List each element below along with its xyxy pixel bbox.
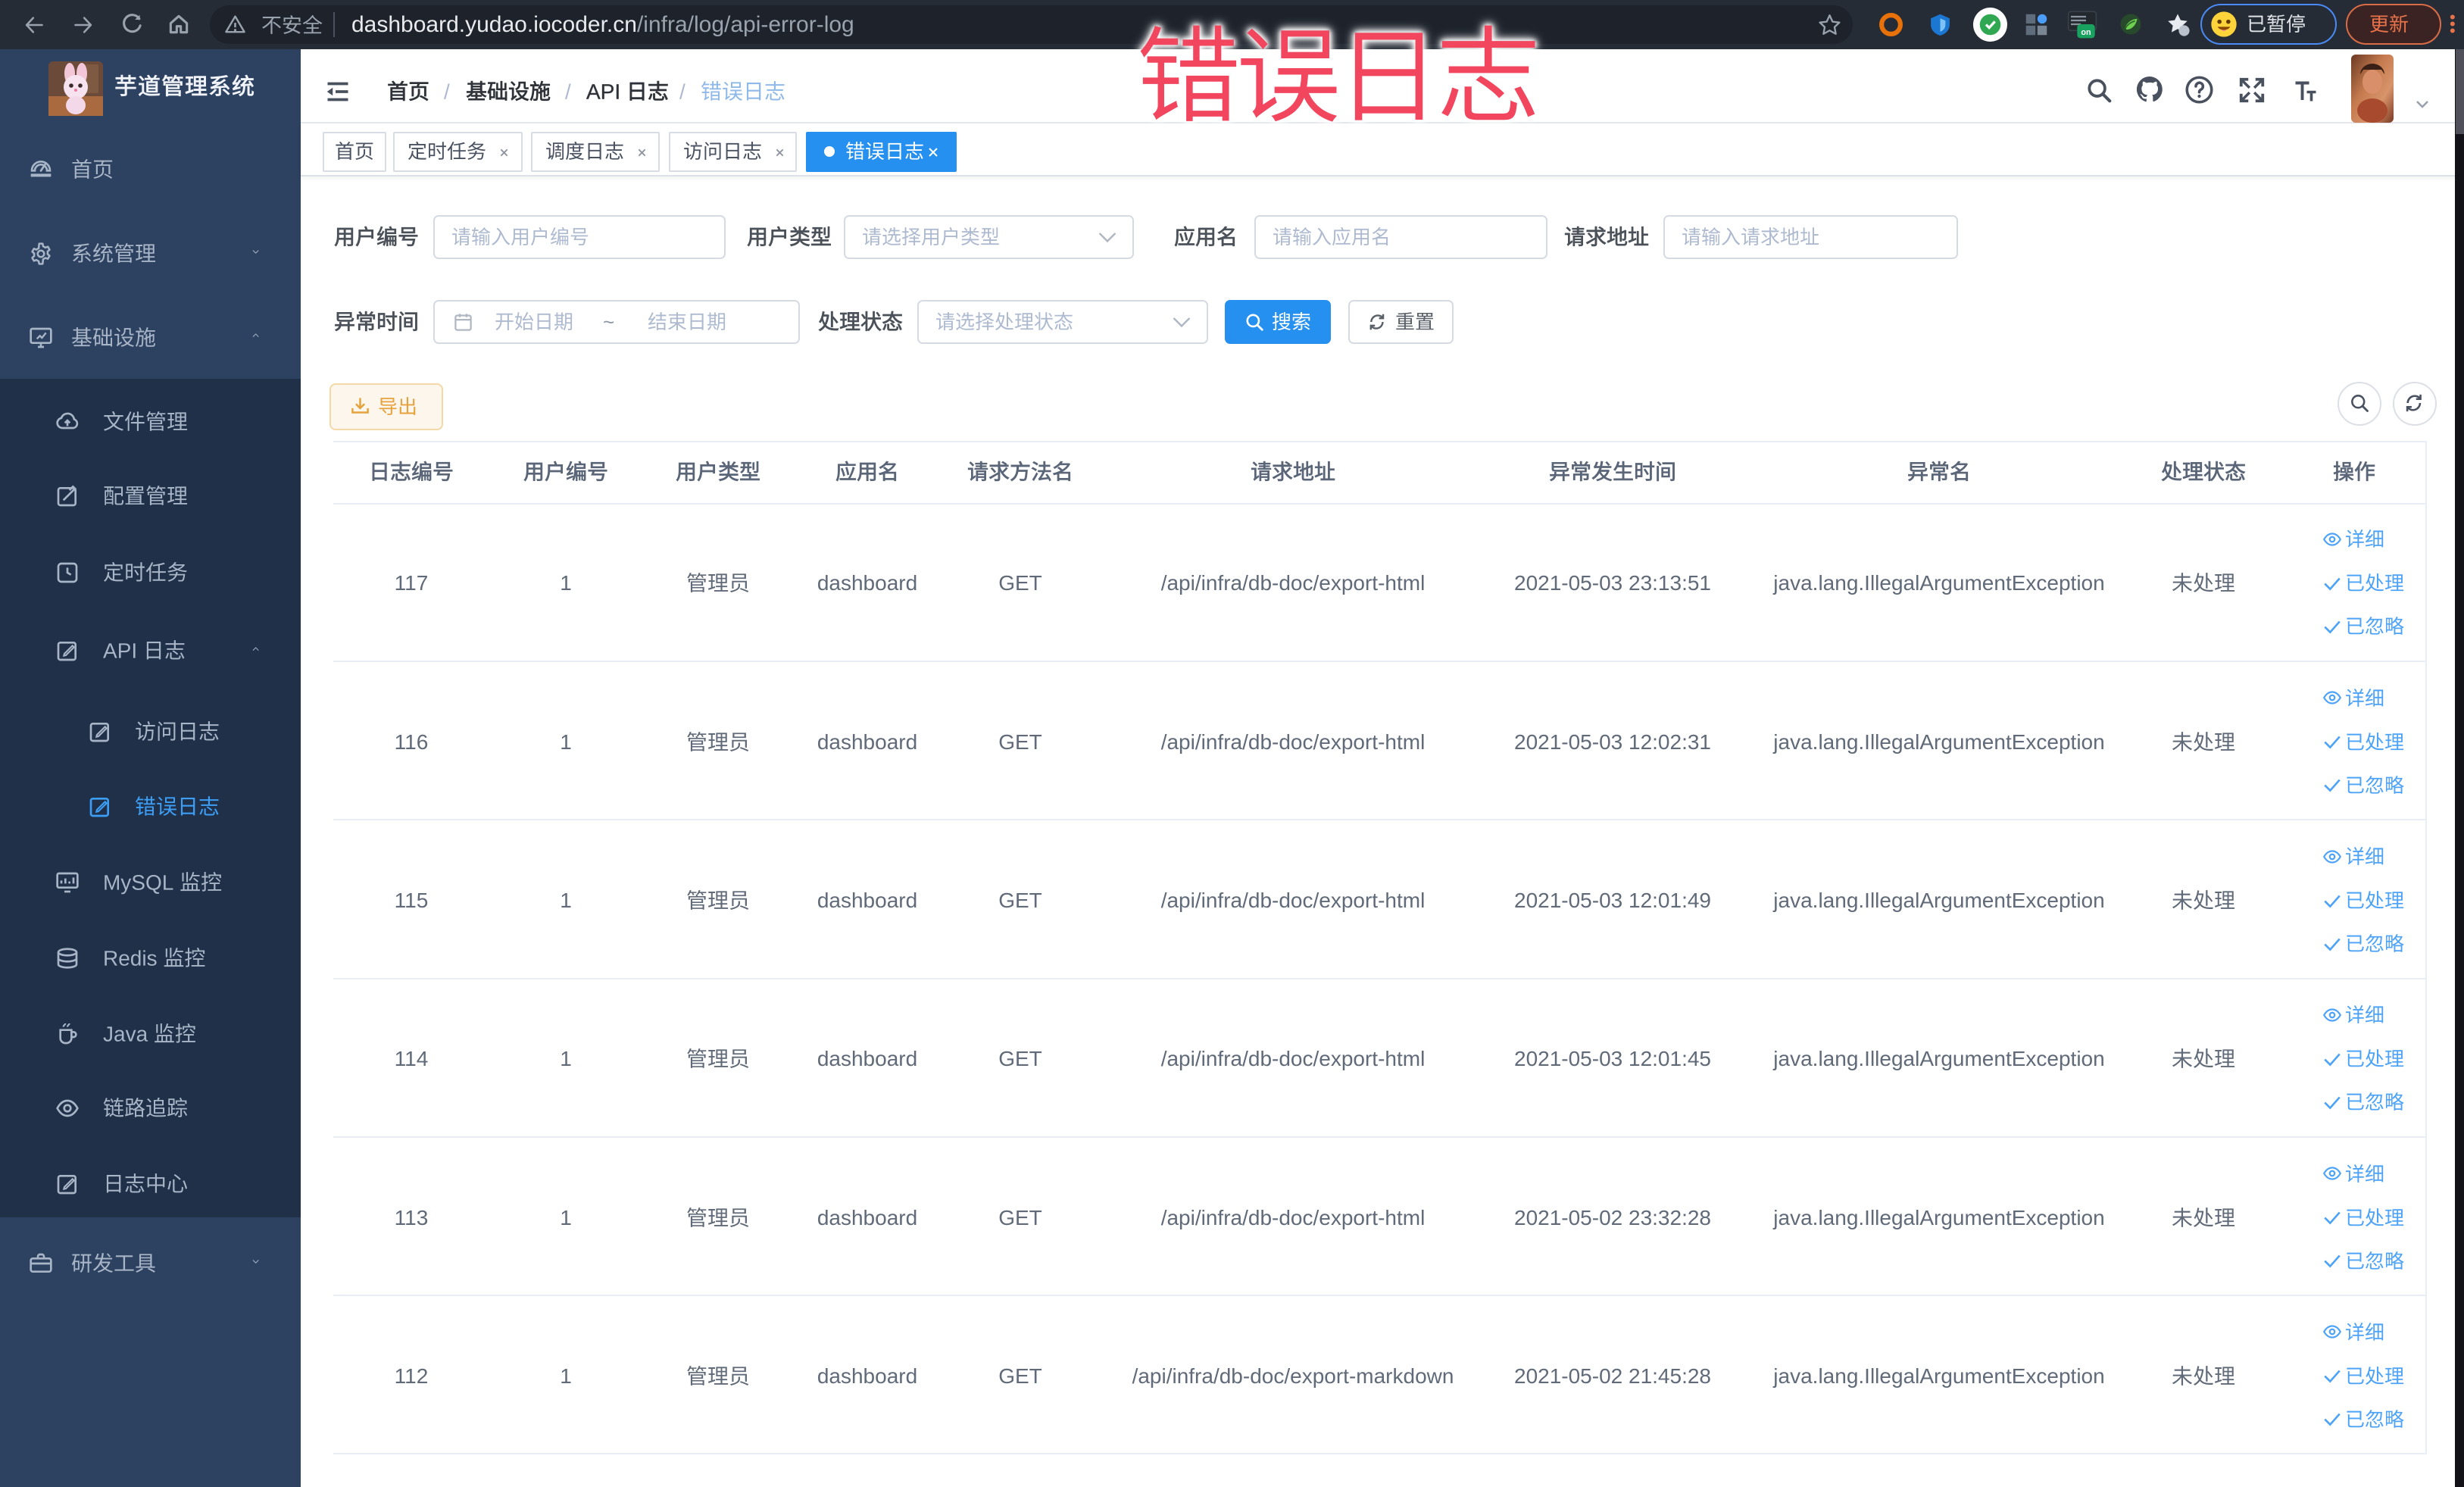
svg-text:on: on [2081,28,2091,37]
